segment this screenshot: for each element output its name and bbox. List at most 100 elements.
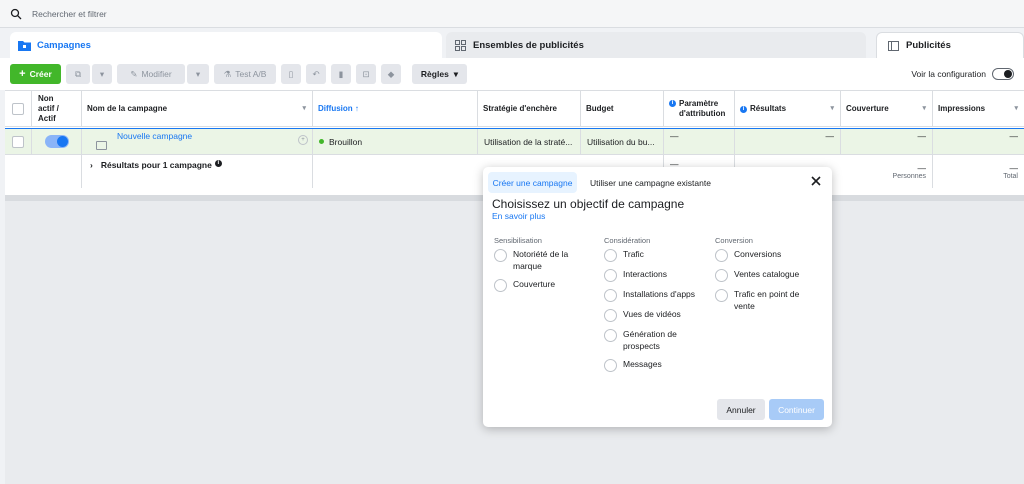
objective-option[interactable]: Couverture	[494, 278, 599, 292]
row-reach-cell: —	[841, 129, 933, 154]
row-name-cell: Nouvelle campagne +	[82, 129, 313, 154]
delete-button[interactable]: ▯	[281, 64, 301, 84]
summary-label-cell[interactable]: › Résultats pour 1 campagne i	[82, 155, 313, 188]
radio-button[interactable]	[715, 289, 728, 302]
sort-icon: ▾	[830, 105, 834, 112]
radio-button[interactable]	[604, 269, 617, 282]
radio-button[interactable]	[715, 269, 728, 282]
column-heading: Conversion	[715, 236, 753, 245]
row-bid-cell: Utilisation de la straté...	[478, 129, 581, 154]
rules-button[interactable]: Règles ▾	[412, 64, 467, 84]
row-results-cell: —	[735, 129, 841, 154]
close-icon[interactable]	[810, 175, 822, 187]
edit-dropdown-button[interactable]: ▾	[187, 64, 209, 84]
campaign-toggle[interactable]	[44, 135, 69, 148]
table-header: Non actif / Actif Nom de la campagne ▾ Di…	[5, 91, 1024, 127]
select-all-checkbox[interactable]	[12, 103, 24, 115]
search-icon	[10, 8, 22, 19]
tab-ads-label: Publicités	[906, 40, 951, 51]
col-delivery[interactable]: Diffusion ↑	[313, 91, 478, 127]
level-tabs: Campagnes Ensembles de publicités Public…	[0, 32, 1024, 58]
objective-option[interactable]: Messages	[604, 358, 709, 372]
view-config-label: Voir la configuration	[911, 69, 986, 79]
chevron-right-icon: ›	[90, 160, 93, 170]
tag-button[interactable]: ◆	[381, 64, 401, 84]
trash-button[interactable]: ▮	[331, 64, 351, 84]
undo-icon: ↶	[312, 68, 320, 79]
tab-campaigns[interactable]: Campagnes	[10, 32, 442, 58]
edit-button[interactable]: ✎ Modifier	[117, 64, 185, 84]
objective-option[interactable]: Vues de vidéos	[604, 308, 709, 322]
radio-button[interactable]	[604, 309, 617, 322]
continue-button[interactable]: Continuer	[769, 399, 824, 420]
objective-column-conversion: Conversion Conversions Ventes catalogue …	[715, 236, 820, 318]
col-reach[interactable]: Couverture ▾	[841, 91, 933, 127]
row-delivery-cell: Brouillon	[313, 129, 478, 154]
tab-create-campaign[interactable]: Créer une campagne	[488, 172, 577, 193]
select-all-header	[5, 91, 32, 127]
info-icon: i	[740, 105, 747, 113]
objective-option[interactable]: Notoriété de la marque	[494, 248, 599, 272]
col-bid[interactable]: Stratégie d'enchère	[478, 91, 581, 127]
radio-button[interactable]	[604, 329, 617, 342]
learn-more-link[interactable]: En savoir plus	[492, 211, 545, 221]
objective-dialog: Créer une campagne Utiliser une campagne…	[483, 167, 832, 427]
objective-option[interactable]: Conversions	[715, 248, 820, 262]
ab-test-button[interactable]: ⚗ Test A/B	[214, 64, 276, 84]
row-impressions-cell: —	[1009, 131, 1019, 141]
summary-reach-cell: — Personnes	[841, 155, 933, 188]
column-heading: Considération	[604, 236, 651, 245]
tab-adsets[interactable]: Ensembles de publicités	[446, 32, 866, 58]
row-toggle-cell	[32, 129, 82, 154]
column-heading: Sensibilisation	[494, 236, 542, 245]
col-results[interactable]: i Résultats ▾	[735, 91, 841, 127]
flask-icon: ⚗	[223, 68, 232, 79]
info-icon: i	[214, 160, 222, 167]
row-select	[5, 129, 32, 154]
campaign-image-icon	[96, 141, 107, 150]
tab-adsets-label: Ensembles de publicités	[473, 39, 584, 51]
search-input[interactable]: Rechercher et filtrer	[32, 9, 107, 19]
row-checkbox[interactable]	[12, 135, 24, 148]
radio-button[interactable]	[604, 249, 617, 262]
chevron-down-icon: ▾	[99, 68, 105, 79]
create-button[interactable]: + Créer	[10, 64, 61, 84]
table-row[interactable]: Nouvelle campagne + Brouillon Utilisatio…	[5, 128, 1024, 154]
objective-option[interactable]: Génération de prospects	[604, 328, 709, 352]
undo-button[interactable]: ↶	[306, 64, 326, 84]
radio-button[interactable]	[494, 279, 507, 292]
objective-option[interactable]: Ventes catalogue	[715, 268, 820, 282]
col-attribution[interactable]: i Paramètre d'attribution	[664, 91, 735, 127]
objective-option[interactable]: Trafic	[604, 248, 709, 262]
draft-status-dot	[319, 139, 324, 144]
objective-option[interactable]: Trafic en point de vente	[715, 288, 820, 312]
tab-ads[interactable]: Publicités	[876, 32, 1024, 58]
objective-option[interactable]: Interactions	[604, 268, 709, 282]
cancel-button[interactable]: Annuler	[717, 399, 765, 420]
view-config-toggle[interactable]	[992, 68, 1014, 80]
radio-button[interactable]	[604, 289, 617, 302]
toolbar: + Créer ⧉ ▾ ✎ Modifier ▾ ⚗ Test A/B ▯ ↶ ▮ ⊡…	[0, 58, 1024, 90]
objective-option[interactable]: Installations d'apps	[604, 288, 709, 302]
col-impressions[interactable]: Impressions ▾	[933, 91, 1024, 127]
folder-icon	[18, 39, 31, 51]
col-budget[interactable]: Budget	[581, 91, 664, 127]
chevron-down-icon: ▾	[453, 68, 459, 79]
row-attribution-cell: —	[664, 129, 735, 154]
preview-button[interactable]: ⊡	[356, 64, 376, 84]
duplicate-button[interactable]: ⧉	[66, 64, 90, 84]
radio-button[interactable]	[715, 249, 728, 262]
preview-icon: ⊡	[362, 68, 370, 79]
radio-button[interactable]	[604, 359, 617, 372]
tab-existing-campaign[interactable]: Utiliser une campagne existante	[590, 172, 711, 193]
tab-campaigns-label: Campagnes	[37, 39, 91, 51]
col-name[interactable]: Nom de la campagne ▾	[82, 91, 313, 127]
radio-button[interactable]	[494, 249, 507, 262]
duplicate-dropdown-button[interactable]: ▾	[92, 64, 112, 84]
grid-icon	[454, 39, 467, 51]
info-icon: i	[669, 100, 676, 107]
campaign-name-link[interactable]: Nouvelle campagne	[117, 131, 192, 141]
search-bar[interactable]: Rechercher et filtrer	[0, 0, 1024, 28]
chevron-down-icon: ▾	[195, 68, 201, 79]
col-onoff[interactable]: Non actif / Actif	[32, 91, 82, 127]
